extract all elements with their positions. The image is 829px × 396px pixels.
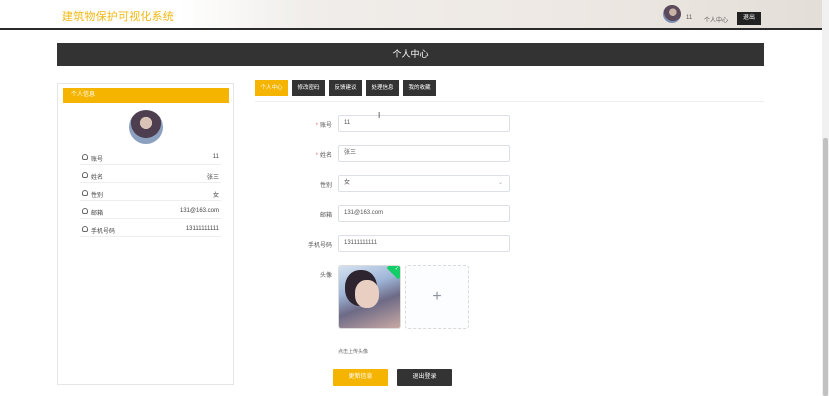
user-avatar-icon[interactable] bbox=[663, 5, 681, 23]
email-label: 邮箱 bbox=[319, 213, 332, 219]
plus-icon: + bbox=[432, 288, 442, 305]
account-field[interactable]: 11 bbox=[338, 115, 510, 132]
scrollbar-thumb[interactable] bbox=[823, 138, 828, 396]
update-info-button[interactable]: 更新信息 bbox=[333, 369, 388, 386]
tab-divider bbox=[255, 101, 764, 102]
account-label: * 账号 bbox=[315, 123, 332, 129]
user-icon bbox=[82, 226, 88, 232]
user-icon bbox=[82, 208, 88, 214]
required-mark: * bbox=[315, 123, 318, 129]
required-mark: * bbox=[315, 153, 318, 159]
site-title[interactable]: 建筑物保护可视化系统 bbox=[62, 8, 174, 24]
info-key: 账号 bbox=[91, 157, 104, 163]
upload-add-button[interactable]: + bbox=[405, 265, 469, 329]
page-title: 个人中心 bbox=[57, 43, 764, 66]
info-key: 手机号码 bbox=[91, 229, 116, 235]
gender-select[interactable]: 女 ⌄ bbox=[338, 175, 510, 192]
info-key: 性别 bbox=[91, 193, 104, 199]
user-icon bbox=[82, 154, 88, 160]
tab-profile[interactable]: 个人中心 bbox=[255, 80, 288, 96]
profile-link[interactable]: 个人中心 bbox=[704, 15, 728, 24]
tab-feedback[interactable]: 反馈建议 bbox=[329, 80, 362, 96]
info-value: 131@163.com bbox=[179, 208, 219, 214]
info-key: 姓名 bbox=[91, 175, 104, 181]
info-value: 13111111111 bbox=[185, 226, 219, 232]
profile-avatar bbox=[129, 110, 163, 144]
username-label: 11 bbox=[686, 15, 693, 21]
info-row-account: 账号 11 bbox=[80, 151, 221, 165]
user-icon bbox=[82, 190, 88, 196]
tab-change-password[interactable]: 修改密码 bbox=[292, 80, 325, 96]
info-value: 女 bbox=[212, 193, 219, 199]
text-cursor-icon: I bbox=[378, 111, 381, 120]
header-divider bbox=[0, 28, 822, 30]
upload-tip: 点击上传头像 bbox=[338, 349, 369, 355]
tab-processing-info[interactable]: 处理信息 bbox=[366, 80, 399, 96]
phone-label: 手机号码 bbox=[307, 243, 332, 249]
info-row-phone: 手机号码 13111111111 bbox=[80, 223, 221, 237]
avatar-label: 头像 bbox=[319, 273, 332, 279]
chevron-down-icon: ⌄ bbox=[497, 180, 503, 186]
name-field[interactable]: 张三 bbox=[338, 145, 510, 162]
email-field[interactable]: 131@163.com bbox=[338, 205, 510, 222]
header-logout-button[interactable]: 退出 bbox=[737, 12, 761, 25]
logout-button[interactable]: 退出登录 bbox=[397, 369, 452, 386]
phone-field[interactable]: 13111111111 bbox=[338, 235, 510, 252]
info-value: 11 bbox=[212, 154, 219, 160]
page-scrollbar[interactable] bbox=[822, 0, 829, 396]
tab-favorites[interactable]: 我的收藏 bbox=[403, 80, 436, 96]
info-row-name: 姓名 张三 bbox=[80, 169, 221, 183]
info-key: 邮箱 bbox=[91, 211, 104, 217]
profile-info-card: 个人信息 账号 11 姓名 张三 性别 女 邮箱 131@163.com 手机号… bbox=[57, 83, 234, 385]
profile-card-heading: 个人信息 bbox=[63, 88, 229, 103]
gender-label: 性别 bbox=[319, 183, 332, 189]
info-value: 张三 bbox=[206, 175, 219, 181]
name-label: * 姓名 bbox=[315, 153, 332, 159]
user-icon bbox=[82, 172, 88, 178]
check-icon: ✓ bbox=[394, 266, 399, 272]
uploaded-avatar-image[interactable]: ✓ bbox=[338, 265, 401, 329]
gender-selected-value: 女 bbox=[344, 180, 351, 186]
info-row-email: 邮箱 131@163.com bbox=[80, 205, 221, 219]
info-row-gender: 性别 女 bbox=[80, 187, 221, 201]
avatar-photo bbox=[355, 280, 379, 308]
